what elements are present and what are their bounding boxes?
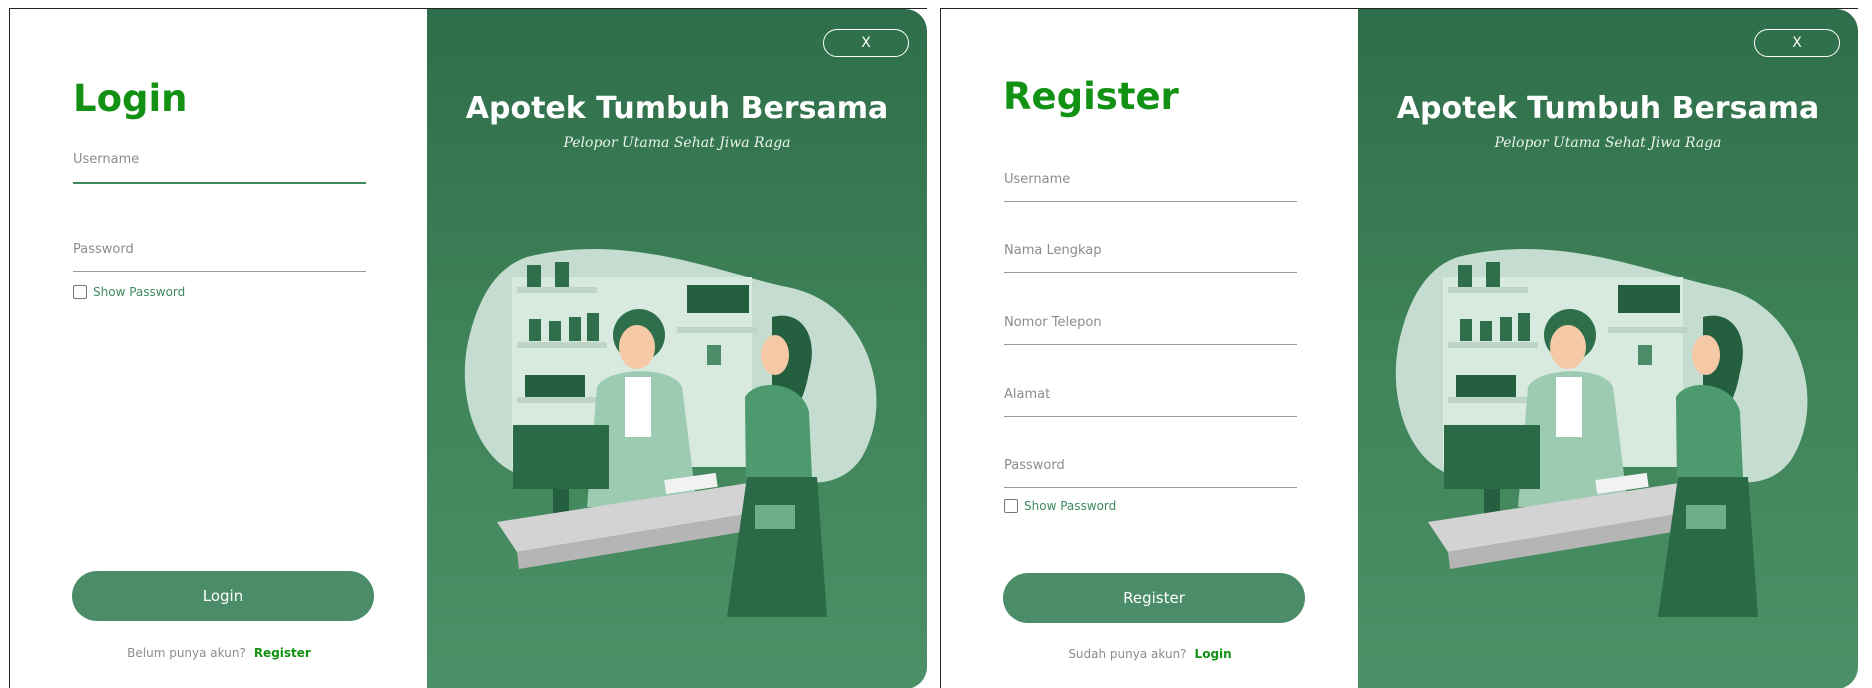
password-label: Password	[1004, 458, 1065, 473]
pharmacy-illustration	[464, 248, 877, 617]
username-underline	[1004, 201, 1297, 202]
username-label: Username	[1004, 172, 1071, 187]
login-show-password[interactable]: Show Password	[73, 285, 185, 299]
password-underline	[73, 271, 366, 272]
pharmacy-illustration	[1395, 248, 1808, 617]
phone-underline	[1004, 344, 1297, 345]
fullname-label: Nama Lengkap	[1004, 243, 1102, 258]
brand-title: Apotek Tumbuh Bersama	[465, 91, 889, 126]
register-username-field[interactable]: Username	[1004, 172, 1297, 202]
username-label: Username	[73, 152, 140, 167]
login-footer: Belum punya akun? Register	[10, 646, 428, 660]
register-form: Register Username Nama Lengkap Nomor Tel…	[941, 9, 1359, 688]
login-password-field[interactable]: Password	[73, 242, 366, 272]
register-password-field[interactable]: Password	[1004, 458, 1297, 488]
register-link[interactable]: Register	[254, 646, 311, 660]
brand-title: Apotek Tumbuh Bersama	[1396, 91, 1820, 126]
address-underline	[1004, 416, 1297, 417]
brand-tagline: Pelopor Utama Sehat Jiwa Raga	[563, 135, 791, 151]
register-address-field[interactable]: Alamat	[1004, 387, 1297, 417]
show-password-label: Show Password	[1024, 499, 1117, 513]
register-fullname-field[interactable]: Nama Lengkap	[1004, 243, 1297, 273]
register-button[interactable]: Register	[1003, 573, 1305, 623]
login-form: Login Username Password Show Password Lo…	[10, 9, 428, 688]
address-label: Alamat	[1004, 387, 1051, 402]
register-window: Register Username Nama Lengkap Nomor Tel…	[940, 8, 1858, 688]
show-password-checkbox[interactable]	[73, 285, 87, 299]
fullname-underline	[1004, 272, 1297, 273]
login-footer-prompt: Belum punya akun?	[127, 646, 246, 660]
brand-panel: X Apotek Tumbuh Bersama Pelopor Utama Se…	[1358, 9, 1858, 688]
login-window: Login Username Password Show Password Lo…	[9, 8, 927, 688]
username-underline	[73, 182, 366, 184]
register-title: Register	[1003, 75, 1179, 118]
login-title: Login	[73, 77, 188, 120]
login-link[interactable]: Login	[1195, 647, 1232, 661]
password-label: Password	[73, 242, 134, 257]
brand-tagline: Pelopor Utama Sehat Jiwa Raga	[1494, 135, 1722, 151]
register-show-password[interactable]: Show Password	[1004, 499, 1116, 513]
login-button[interactable]: Login	[72, 571, 374, 621]
register-footer-prompt: Sudah punya akun?	[1068, 647, 1187, 661]
password-underline	[1004, 487, 1297, 488]
login-username-field[interactable]: Username	[73, 152, 366, 184]
show-password-checkbox[interactable]	[1004, 499, 1018, 513]
show-password-label: Show Password	[93, 285, 186, 299]
phone-label: Nomor Telepon	[1004, 315, 1102, 330]
brand-panel: X Apotek Tumbuh Bersama Pelopor Utama Se…	[427, 9, 927, 688]
register-footer: Sudah punya akun? Login	[941, 647, 1359, 661]
register-phone-field[interactable]: Nomor Telepon	[1004, 315, 1297, 345]
close-button[interactable]: X	[823, 29, 909, 57]
close-button[interactable]: X	[1754, 29, 1840, 57]
